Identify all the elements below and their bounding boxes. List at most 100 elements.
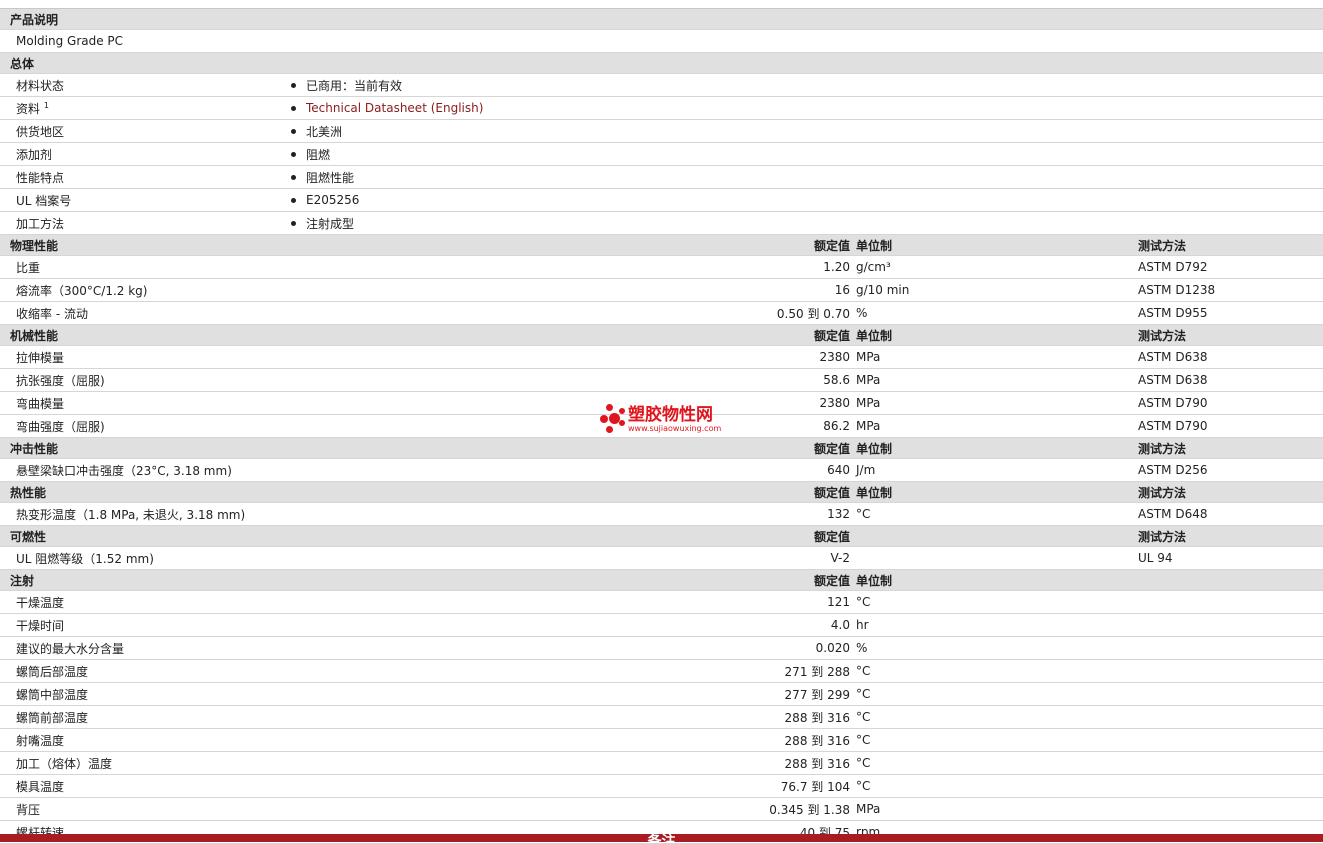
test-method: ASTM D790 xyxy=(1138,396,1208,410)
property-label-text: 抗张强度（屈服) xyxy=(16,373,105,388)
property-row: 加工方法 注射成型 xyxy=(0,212,1323,235)
property-label: 螺筒前部温度 xyxy=(0,709,286,726)
test-method: ASTM D790 xyxy=(1138,419,1208,433)
bullet-icon xyxy=(291,220,296,226)
section-header: 产品说明 xyxy=(0,9,1323,30)
section-header: 物理性能 额定值 单位制 测试方法 xyxy=(0,235,1323,256)
property-label: 建议的最大水分含量 xyxy=(0,640,286,657)
datasheet-link[interactable]: Technical Datasheet (English) xyxy=(306,101,483,115)
property-value: 76.7 到 104 xyxy=(780,779,850,794)
property-row: 螺筒中部温度 277 到 299 °C xyxy=(0,683,1323,706)
property-unit: °C xyxy=(856,733,871,747)
property-row: 背压 0.345 到 1.38 MPa xyxy=(0,798,1323,821)
footnote-marker: 1 xyxy=(43,100,49,110)
property-row: Molding Grade PC xyxy=(0,30,1323,53)
property-label-text: Molding Grade PC xyxy=(16,34,124,48)
test-method: ASTM D648 xyxy=(1138,507,1208,521)
property-label-text: 背压 xyxy=(16,802,41,817)
property-label: 熔流率（300°C/1.2 kg) xyxy=(0,282,286,299)
property-unit: °C xyxy=(856,595,871,609)
property-value: 2380 xyxy=(819,396,850,410)
column-header-test: 测试方法 xyxy=(1138,529,1187,544)
property-label: 射嘴温度 xyxy=(0,732,286,749)
property-label: 添加剂 xyxy=(0,146,291,163)
property-label-text: 供货地区 xyxy=(16,124,65,139)
property-value: 121 xyxy=(827,595,850,609)
section-header: 总体 xyxy=(0,53,1323,74)
section-title: 冲击性能 xyxy=(10,441,59,456)
property-unit: hr xyxy=(856,618,869,632)
property-unit: °C xyxy=(856,687,871,701)
test-method: ASTM D638 xyxy=(1138,350,1208,364)
column-header-test: 测试方法 xyxy=(1138,328,1187,343)
test-method: ASTM D1238 xyxy=(1138,283,1216,297)
property-label: UL 档案号 xyxy=(0,192,291,209)
property-label-text: 建议的最大水分含量 xyxy=(16,641,125,656)
column-header-test: 测试方法 xyxy=(1138,238,1187,253)
column-header-test: 测试方法 xyxy=(1138,441,1187,456)
property-unit: °C xyxy=(856,664,871,678)
property-label: 加工方法 xyxy=(0,215,291,232)
property-value: E205256 xyxy=(291,193,359,207)
property-row: 干燥温度 121 °C xyxy=(0,591,1323,614)
section-title: 可燃性 xyxy=(10,529,47,544)
property-label-text: 弯曲强度（屈服) xyxy=(16,419,105,434)
watermark-logo: 塑胶物性网 www.sujiaowuxing.com xyxy=(600,404,721,434)
property-value: 132 xyxy=(827,507,850,521)
property-label: 螺筒后部温度 xyxy=(0,663,286,680)
watermark-name: 塑胶物性网 xyxy=(628,404,713,425)
section-header: 冲击性能 额定值 单位制 测试方法 xyxy=(0,438,1323,459)
section-title: 注射 xyxy=(10,573,35,588)
bullet-icon xyxy=(291,151,296,157)
column-header-value: 额定值 xyxy=(813,238,850,253)
property-unit: J/m xyxy=(856,463,876,477)
property-value: 0.020 xyxy=(815,641,850,655)
bullet-icon xyxy=(291,197,296,203)
bullet-icon xyxy=(291,82,296,88)
property-label: 材料状态 xyxy=(0,77,291,94)
property-value: V-2 xyxy=(830,551,850,565)
column-header-value: 额定值 xyxy=(813,529,850,544)
molecule-icon xyxy=(600,404,626,434)
column-header-unit: 单位制 xyxy=(856,485,893,500)
section-title: 热性能 xyxy=(10,485,47,500)
property-value: 288 到 316 xyxy=(784,710,850,725)
column-header-value: 额定值 xyxy=(813,573,850,588)
property-label-text: 比重 xyxy=(16,260,41,275)
column-header-unit: 单位制 xyxy=(856,238,893,253)
property-label: 螺筒中部温度 xyxy=(0,686,286,703)
property-unit: °C xyxy=(856,756,871,770)
property-row: 比重 1.20 g/cm³ ASTM D792 xyxy=(0,256,1323,279)
property-label: 干燥时间 xyxy=(0,617,286,634)
property-label-text: 模具温度 xyxy=(16,779,65,794)
property-unit: °C xyxy=(856,507,871,521)
test-method: ASTM D638 xyxy=(1138,373,1208,387)
property-label-text: 材料状态 xyxy=(16,78,65,93)
column-header-value: 额定值 xyxy=(813,328,850,343)
property-value: 注射成型 xyxy=(291,215,354,232)
property-label-text: UL 档案号 xyxy=(16,193,72,208)
property-row: 加工（熔体）温度 288 到 316 °C xyxy=(0,752,1323,775)
property-label: 抗张强度（屈服) xyxy=(0,372,286,389)
property-label-text: 螺筒后部温度 xyxy=(16,664,89,679)
property-row: 热变形温度（1.8 MPa, 未退火, 3.18 mm) 132 °C ASTM D6… xyxy=(0,503,1323,526)
section-title: 物理性能 xyxy=(10,238,59,253)
property-row: 射嘴温度 288 到 316 °C xyxy=(0,729,1323,752)
property-label-text: 加工（熔体）温度 xyxy=(16,756,113,771)
property-label-text: UL 阻燃等级（1.52 mm) xyxy=(16,551,154,566)
property-label: 弯曲模量 xyxy=(0,395,286,412)
property-label: 加工（熔体）温度 xyxy=(0,755,286,772)
property-value: 2380 xyxy=(819,350,850,364)
property-label: 背压 xyxy=(0,801,286,818)
bullet-icon xyxy=(291,128,296,134)
column-header-value: 额定值 xyxy=(813,441,850,456)
property-value: 16 xyxy=(834,283,850,297)
property-label-text: 热变形温度（1.8 MPa, 未退火, 3.18 mm) xyxy=(16,507,246,522)
section-title: 机械性能 xyxy=(10,328,59,343)
property-label: Molding Grade PC xyxy=(0,34,286,48)
column-header-unit: 单位制 xyxy=(856,441,893,456)
property-label: 性能特点 xyxy=(0,169,291,186)
section-header: 机械性能 额定值 单位制 测试方法 xyxy=(0,325,1323,346)
property-unit: MPa xyxy=(856,350,881,364)
property-label-text: 射嘴温度 xyxy=(16,733,65,748)
